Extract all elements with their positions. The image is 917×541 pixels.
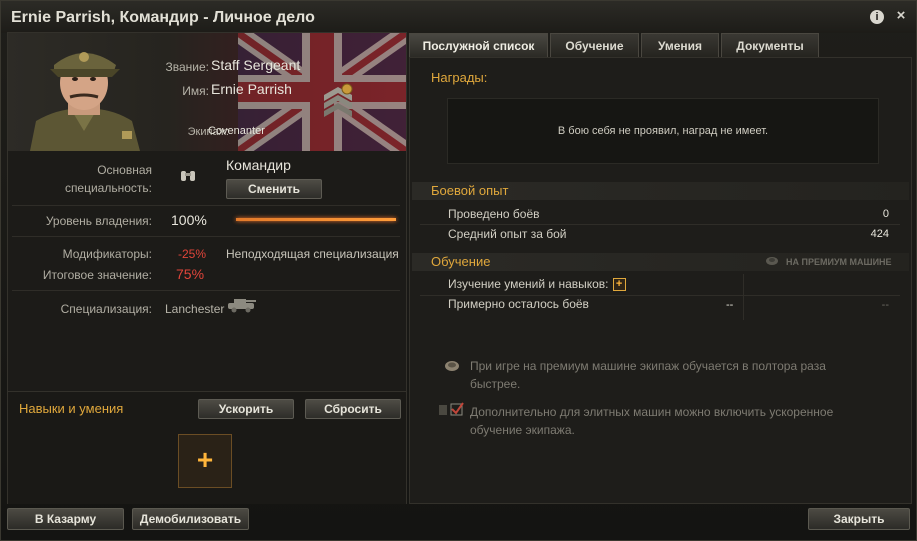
avg-xp-value: 424 [870,228,889,240]
awards-empty-text: В бою себя не проявил, наград не имеет. [557,125,769,137]
mastery-value: 100% [171,212,207,228]
premium-coin-icon [445,361,459,371]
crew-value: Covenanter [208,125,265,137]
rank-value: Staff Sergeant [211,57,301,73]
awards-title: Награды: [431,70,488,85]
close-icon[interactable]: × [894,8,908,23]
plus-icon: + [612,278,626,292]
modifiers-value: -25% [178,247,207,261]
battles-left-premium-value: -- [881,299,889,311]
mastery-label: Уровень владения: [45,214,152,228]
awards-box: В бою себя не проявил, наград не имеет. [447,98,879,164]
mastery-progress-fill [236,218,396,221]
main-specialty-label-2: специальность: [64,181,152,195]
premium-tag: НА ПРЕМИУМ МАШИНЕ [786,257,892,267]
battles-left-label: Примерно осталось боёв [448,297,589,311]
tab-service-record[interactable]: Послужной список [409,33,548,57]
mastery-progress-bar [236,218,396,221]
specialty-role: Командир [226,157,291,173]
tankman-panel: Звание: Staff Sergeant Имя: Ernie Parris… [7,32,407,504]
modifiers-label: Модификаторы: [62,247,152,261]
barracks-button[interactable]: В Казарму [7,508,124,530]
elite-checkbox-icon [439,402,464,416]
personal-file-window: Ernie Parrish, Командир - Личное дело i … [0,0,917,541]
battles-value: 0 [882,208,889,220]
main-specialty-label-1: Основная [97,163,152,177]
combat-section-header: Боевой опыт [412,182,909,200]
skills-title: Навыки и умения [19,401,124,416]
service-record-panel: Награды: В бою себя не проявил, наград н… [409,57,912,504]
reset-button[interactable]: Сбросить [305,399,401,419]
info-elite-line2: обучение экипажа. [470,423,575,437]
binoculars-icon [181,171,195,181]
info-elite-line1: Дополнительно для элитных машин можно вк… [470,405,834,419]
battles-left-value: -- [726,299,734,311]
avg-xp-label: Средний опыт за бой [448,227,567,241]
add-skill-button[interactable]: + [178,434,232,488]
combat-title: Боевой опыт [431,183,509,198]
title-bar: Ernie Parrish, Командир - Личное дело i … [1,1,916,33]
info-premium-line1: При игре на премиум машине экипаж обучае… [470,359,826,373]
divider [12,290,400,291]
premium-icon [766,257,778,265]
help-icon[interactable]: i [870,10,884,24]
battles-label: Проведено боёв [448,207,540,221]
skills-panel: Навыки и умения Ускорить Сбросить + [8,391,406,504]
specialization-value: Lanchester [165,302,225,316]
column-separator [743,274,744,320]
specialization-label: Специализация: [60,302,152,316]
tab-documents[interactable]: Документы [721,33,819,57]
rank-label: Звание: [165,60,210,74]
tab-training[interactable]: Обучение [550,33,639,57]
skills-learning-label: Изучение умений и навыков: + [448,277,626,292]
change-specialty-button[interactable]: Сменить [226,179,322,199]
commander-portrait [30,52,140,151]
plus-icon: + [196,444,214,475]
divider [12,205,400,206]
window-title: Ernie Parrish, Командир - Личное дело [11,9,315,26]
close-button[interactable]: Закрыть [808,508,910,530]
portrait-header: Звание: Staff Sergeant Имя: Ernie Parris… [8,33,406,151]
divider [420,295,900,296]
demobilize-button[interactable]: Демобилизовать [132,508,249,530]
info-premium-line2: быстрее. [470,377,521,391]
name-value: Ernie Parrish [211,81,292,97]
training-title: Обучение [431,254,491,269]
total-label: Итоговое значение: [42,268,152,282]
rank-insignia-icon [324,83,353,117]
accelerate-button[interactable]: Ускорить [198,399,294,419]
total-value: 75% [176,266,205,282]
divider [12,236,400,237]
skills-learning-text: Изучение умений и навыков: [448,277,609,291]
tab-skills[interactable]: Умения [641,33,719,57]
modifiers-note: Неподходящая специализация [226,247,399,261]
name-label: Имя: [182,84,209,98]
vehicle-icon [228,299,256,313]
divider [420,224,900,225]
